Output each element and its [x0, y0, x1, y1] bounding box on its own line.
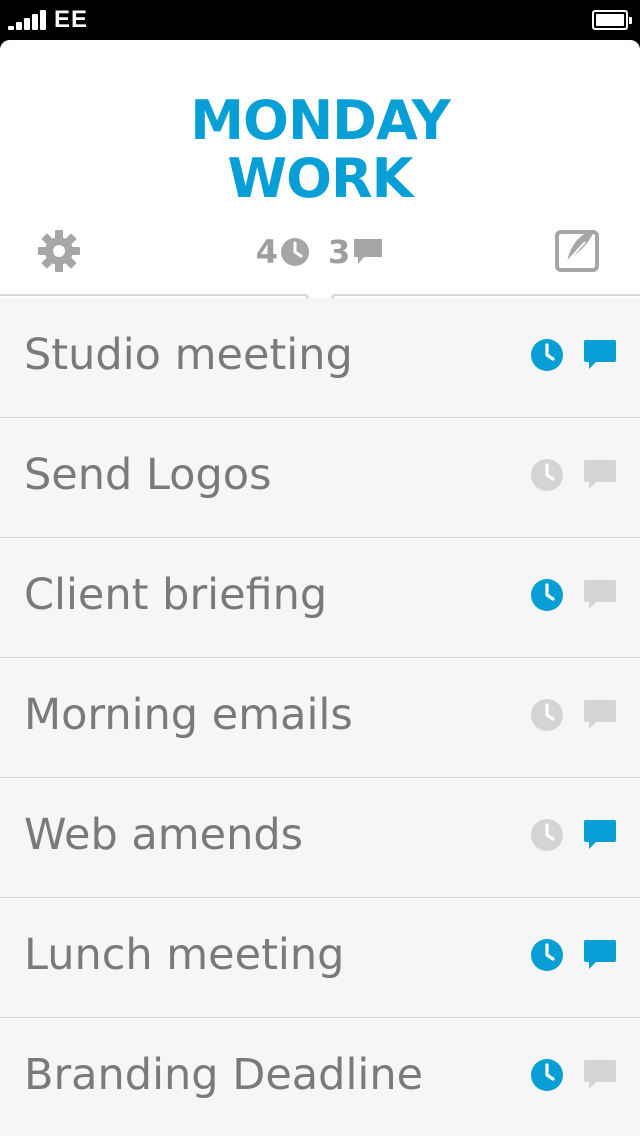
task-status-icons	[530, 578, 618, 612]
clock-icon	[281, 238, 309, 266]
summary-counts: 4 3	[0, 232, 640, 272]
task-row[interactable]: Lunch meeting	[0, 898, 640, 1018]
clock-icon[interactable]	[530, 938, 564, 972]
task-label: Morning emails	[24, 690, 353, 740]
task-row[interactable]: Branding Deadline	[0, 1018, 640, 1136]
clock-icon[interactable]	[530, 818, 564, 852]
clock-icon[interactable]	[530, 458, 564, 492]
comment-icon[interactable]	[582, 338, 618, 372]
task-row[interactable]: Morning emails	[0, 658, 640, 778]
battery-icon	[592, 10, 632, 30]
clock-icon[interactable]	[530, 1058, 564, 1092]
comment-count-value: 3	[328, 233, 351, 271]
page-title: MONDAY WORK	[0, 92, 640, 208]
task-status-icons	[530, 1058, 618, 1092]
task-label: Client briefing	[24, 570, 328, 620]
comment-count: 3	[328, 233, 384, 271]
task-label: Branding Deadline	[24, 1050, 424, 1100]
task-label: Lunch meeting	[24, 930, 345, 980]
task-status-icons	[530, 338, 618, 372]
comment-icon[interactable]	[582, 578, 618, 612]
task-status-icons	[530, 458, 618, 492]
task-list: Studio meeting Send Logos Client briefing M…	[0, 298, 640, 1136]
header: MONDAY WORK 4 3	[0, 40, 640, 314]
task-label: Send Logos	[24, 450, 272, 500]
clock-count-value: 4	[255, 233, 278, 271]
task-label: Web amends	[24, 810, 304, 860]
clock-icon[interactable]	[530, 578, 564, 612]
task-row[interactable]: Studio meeting	[0, 298, 640, 418]
comment-icon[interactable]	[582, 938, 618, 972]
status-bar: EE	[0, 0, 640, 40]
carrier-name: EE	[54, 6, 89, 33]
clock-icon[interactable]	[530, 698, 564, 732]
comment-icon[interactable]	[582, 818, 618, 852]
title-line-1: MONDAY	[190, 89, 450, 152]
task-row[interactable]: Web amends	[0, 778, 640, 898]
task-row[interactable]: Client briefing	[0, 538, 640, 658]
edit-icon[interactable]	[555, 228, 601, 274]
task-label: Studio meeting	[24, 330, 353, 380]
clock-count: 4	[256, 233, 310, 271]
task-status-icons	[530, 818, 618, 852]
comment-icon[interactable]	[582, 458, 618, 492]
task-status-icons	[530, 938, 618, 972]
app-screen: MONDAY WORK 4 3 Studio meeting Send Logo…	[0, 40, 640, 1136]
clock-icon[interactable]	[530, 338, 564, 372]
title-line-2: WORK	[227, 147, 414, 210]
task-status-icons	[530, 698, 618, 732]
task-row[interactable]: Send Logos	[0, 418, 640, 538]
comment-icon	[354, 239, 383, 264]
comment-icon[interactable]	[582, 1058, 618, 1092]
comment-icon[interactable]	[582, 698, 618, 732]
signal-strength-icon	[8, 10, 48, 30]
